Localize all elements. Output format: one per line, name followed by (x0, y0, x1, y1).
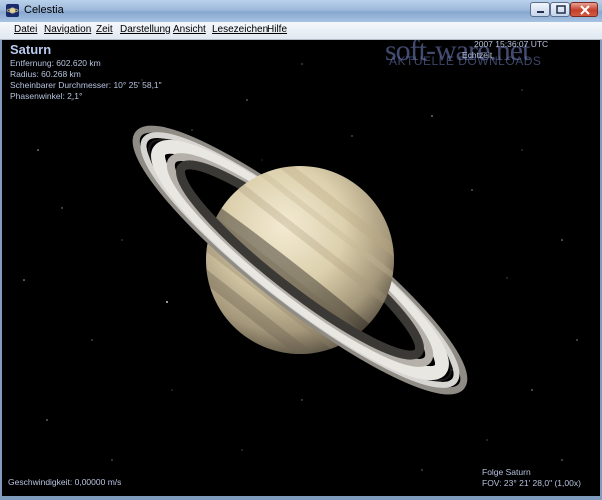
saturn-planet[interactable] (111, 99, 488, 421)
close-button[interactable] (570, 2, 598, 17)
object-apparent-diameter: Scheinbarer Durchmesser: 10° 25' 58,1" (10, 80, 162, 90)
object-radius: Radius: 60.268 km (10, 69, 81, 79)
minimize-icon (537, 11, 544, 13)
window-title: Celestia (24, 4, 64, 16)
object-name: Saturn (10, 42, 52, 57)
close-icon (580, 5, 590, 15)
menu-lesezeichen[interactable]: Lesezeichen (212, 24, 268, 35)
object-phase-angle: Phasenwinkel: 2,1° (10, 91, 83, 101)
menu-hilfe[interactable]: Hilfe (267, 24, 287, 35)
title-bar[interactable]: Celestia (0, 0, 602, 22)
menu-bar: Datei Navigation Zeit Darstellung Ansich… (0, 22, 602, 40)
follow-status: Folge Saturn (482, 467, 531, 477)
speed-readout: Geschwindigkeit: 0,00000 m/s (8, 477, 122, 487)
space-viewport[interactable]: soft-ware.net AKTUELLE DOWNLOADS Saturn … (2, 40, 600, 496)
menu-navigation[interactable]: Navigation (44, 24, 91, 35)
menu-ansicht[interactable]: Ansicht (173, 24, 206, 35)
simulation-time: 2007 15:36:07 UTC (474, 40, 549, 49)
menu-darstellung[interactable]: Darstellung (120, 24, 171, 35)
maximize-icon (556, 5, 566, 14)
time-mode: Echtzeit (462, 50, 493, 60)
celestia-app-icon (6, 4, 19, 17)
maximize-button[interactable] (550, 2, 570, 17)
object-distance: Entfernung: 602.620 km (10, 58, 101, 68)
fov-readout: FOV: 23° 21' 28,0" (1,00x) (482, 478, 581, 488)
menu-datei[interactable]: Datei (14, 24, 37, 35)
menu-zeit[interactable]: Zeit (96, 24, 113, 35)
saturn-scene (23, 63, 578, 471)
celestia-window: Celestia Datei Navigation Zeit Darstellu… (0, 0, 602, 500)
window-frame-bottom (0, 496, 602, 500)
minimize-button[interactable] (530, 2, 550, 17)
